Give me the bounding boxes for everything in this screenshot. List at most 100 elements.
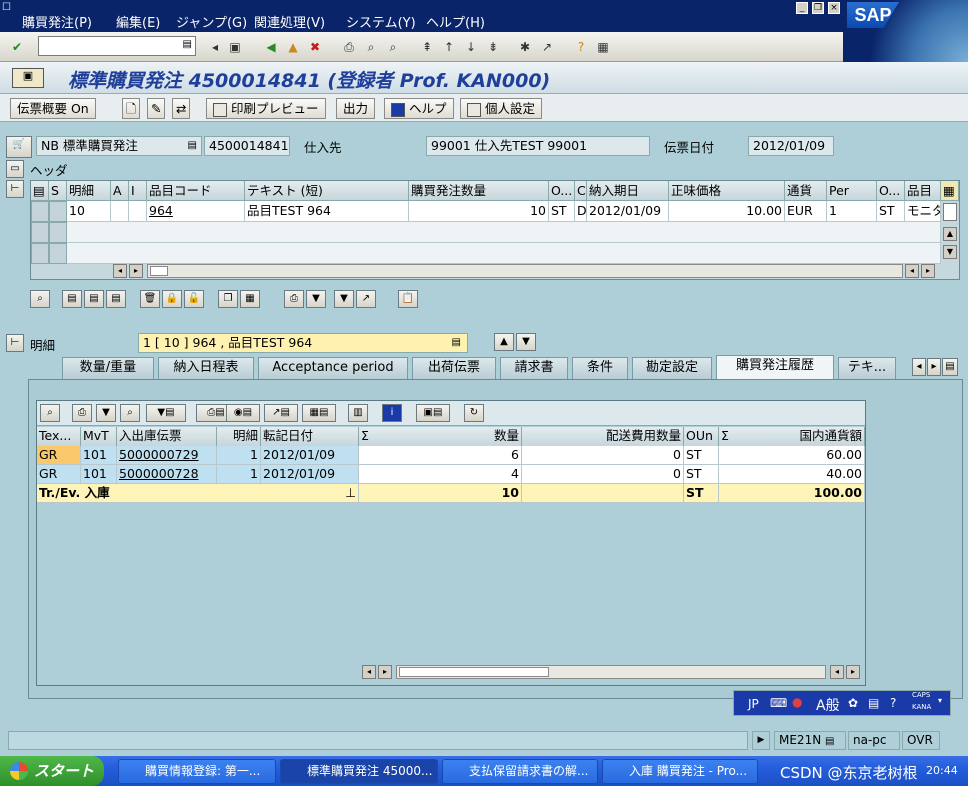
empty-row[interactable]	[67, 222, 941, 243]
copy-icon[interactable]: ❐	[218, 290, 238, 308]
export-icon[interactable]: ↗▤	[264, 404, 298, 422]
help-icon[interactable]: ?	[572, 38, 590, 56]
table-cell[interactable]: 10	[409, 201, 549, 222]
find-icon[interactable]: ⌕	[120, 404, 140, 422]
detail-collapse-icon[interactable]: ⊢	[6, 334, 24, 352]
col-quantity[interactable]: Σ 数量	[359, 427, 522, 446]
col-material-group[interactable]: 品目	[905, 181, 941, 201]
next-page-icon[interactable]: ↓	[462, 38, 480, 56]
tab-delivery-doc[interactable]: 出荷伝票	[412, 357, 496, 379]
tab-po-history[interactable]: 購買発注履歴	[716, 355, 834, 380]
col-currency[interactable]: 通貨	[785, 181, 827, 201]
filter-icon[interactable]: ▼	[96, 404, 116, 422]
enter-icon[interactable]: ✔	[8, 38, 26, 56]
refresh-icon[interactable]: ↻	[464, 404, 484, 422]
col-account[interactable]: A	[111, 181, 129, 201]
table-cell[interactable]: モニタ	[905, 201, 941, 222]
personal-settings-button[interactable]: 個人設定	[460, 98, 543, 119]
taskbar-item[interactable]: 購買情報登録: 第一...	[118, 759, 276, 784]
print-icon[interactable]: ⎙	[72, 404, 92, 422]
tab-delivery-schedule[interactable]: 納入日程表	[158, 357, 254, 379]
subtotal-icon[interactable]: ▣▤	[416, 404, 450, 422]
details-icon[interactable]: ⌕	[30, 290, 50, 308]
tab-acceptance-period[interactable]: Acceptance period	[258, 357, 408, 379]
taskbar-item[interactable]: 入庫 購買発注 - Pro...	[602, 759, 758, 784]
select-all-icon[interactable]: ▤	[31, 181, 49, 201]
output-button[interactable]: 出力	[336, 98, 376, 119]
col-category[interactable]: I	[129, 181, 147, 201]
col-item[interactable]: 明細	[217, 427, 261, 446]
col-material[interactable]: 品目コード	[147, 181, 245, 201]
scroll-left-end-icon[interactable]: ◂	[905, 264, 919, 278]
print-preview-button[interactable]: 印刷プレビュー	[206, 98, 326, 119]
col-po-qty[interactable]: 購買発注数量	[409, 181, 549, 201]
tab-scroll-right-icon[interactable]: ▸	[927, 358, 941, 376]
views-icon[interactable]: ◉▤	[226, 404, 260, 422]
row-selector[interactable]	[31, 201, 49, 222]
table-cell[interactable]: D	[575, 201, 587, 222]
vscroll-thumb[interactable]	[943, 203, 957, 221]
transaction-menu-icon[interactable]: ▤	[825, 736, 834, 747]
exit-icon[interactable]: ▲	[284, 38, 302, 56]
tools-icon[interactable]: ✿	[848, 696, 858, 710]
tab-list-icon[interactable]: ▤	[942, 358, 958, 376]
export-icon[interactable]: ↗	[356, 290, 376, 308]
object-services-icon[interactable]: ▣	[12, 68, 44, 88]
new-session-icon[interactable]: ✱	[516, 38, 534, 56]
column-settings-icon[interactable]: ▦	[941, 181, 959, 201]
table-cell[interactable]	[111, 201, 129, 222]
doc-type-dropdown-icon[interactable]: ▤	[188, 137, 197, 155]
find-icon[interactable]: ⌕	[362, 38, 380, 56]
menu-jump[interactable]: ジャンプ(G)	[176, 12, 247, 31]
restore-icon[interactable]: ❐	[812, 2, 824, 14]
item-dropdown-icon[interactable]: ▤	[452, 334, 461, 352]
insert-mode[interactable]: OVR	[902, 731, 940, 750]
table-cell[interactable]: ST	[549, 201, 575, 222]
table-cell[interactable]: 品目TEST 964	[245, 201, 409, 222]
col-delivery-date[interactable]: 納入期日	[587, 181, 669, 201]
item-selector-field[interactable]: 1 [ 10 ] 964 , 品目TEST 964 ▤	[138, 333, 468, 353]
table-cell[interactable]: ST	[877, 201, 905, 222]
lock-icon[interactable]: 🔒	[162, 290, 182, 308]
command-field[interactable]: ▤	[38, 36, 196, 56]
help-icon[interactable]: ?	[890, 696, 896, 710]
add-details-icon[interactable]: ▤	[62, 290, 82, 308]
hscroll-thumb[interactable]	[150, 266, 168, 276]
scroll-down-icon[interactable]: ▼	[943, 245, 957, 259]
tab-texts[interactable]: テキ...	[838, 357, 896, 379]
unlock-icon[interactable]: 🔓	[184, 290, 204, 308]
first-page-icon[interactable]: ⇞	[418, 38, 436, 56]
empty-row[interactable]	[67, 243, 941, 264]
layout-menu-icon[interactable]: ▦	[594, 38, 612, 56]
tab-account-assignment[interactable]: 勘定設定	[632, 357, 712, 379]
info-icon[interactable]: i	[382, 404, 402, 422]
ime-options-icon[interactable]: ▾	[938, 696, 942, 705]
table-cell[interactable]: 10.00	[669, 201, 785, 222]
minimize-icon[interactable]: _	[796, 2, 808, 14]
hscroll-track[interactable]	[396, 665, 826, 679]
material-link[interactable]: 964	[147, 201, 245, 222]
last-page-icon[interactable]: ⇟	[484, 38, 502, 56]
set-filter-icon[interactable]: ▼▤	[146, 404, 186, 422]
taskbar-item-active[interactable]: 標準購買発注 45000...	[280, 759, 438, 784]
command-dropdown-icon[interactable]: ▤	[183, 39, 192, 50]
doc-date-field[interactable]: 2012/01/09	[748, 136, 834, 156]
col-text-type[interactable]: Tex...	[37, 427, 81, 446]
next-item-icon[interactable]: ▼	[516, 333, 536, 351]
back-icon[interactable]: ◀	[262, 38, 280, 56]
hscroll-track[interactable]	[147, 264, 903, 278]
col-material-doc[interactable]: 入出庫伝票	[117, 427, 217, 446]
tab-quantity-weight[interactable]: 数量/重量	[62, 357, 154, 379]
save-icon[interactable]: ▣	[226, 38, 244, 56]
col-item[interactable]: 明細	[67, 181, 111, 201]
taskbar-item[interactable]: 支払保留請求書の解...	[442, 759, 598, 784]
print-icon[interactable]: ⎙	[340, 38, 358, 56]
help-button[interactable]: ヘルプ	[384, 98, 454, 119]
scroll-right-end-icon[interactable]: ▸	[921, 264, 935, 278]
layout-icon[interactable]: ▦▤	[302, 404, 336, 422]
previous-item-icon[interactable]: ▲	[494, 333, 514, 351]
menu-system[interactable]: システム(Y)	[346, 12, 416, 31]
header-expand-icon[interactable]: ▭	[6, 160, 24, 178]
clipboard-icon[interactable]: 📋	[398, 290, 418, 308]
menu-purchase-order[interactable]: 購買発注(P)	[22, 12, 92, 31]
